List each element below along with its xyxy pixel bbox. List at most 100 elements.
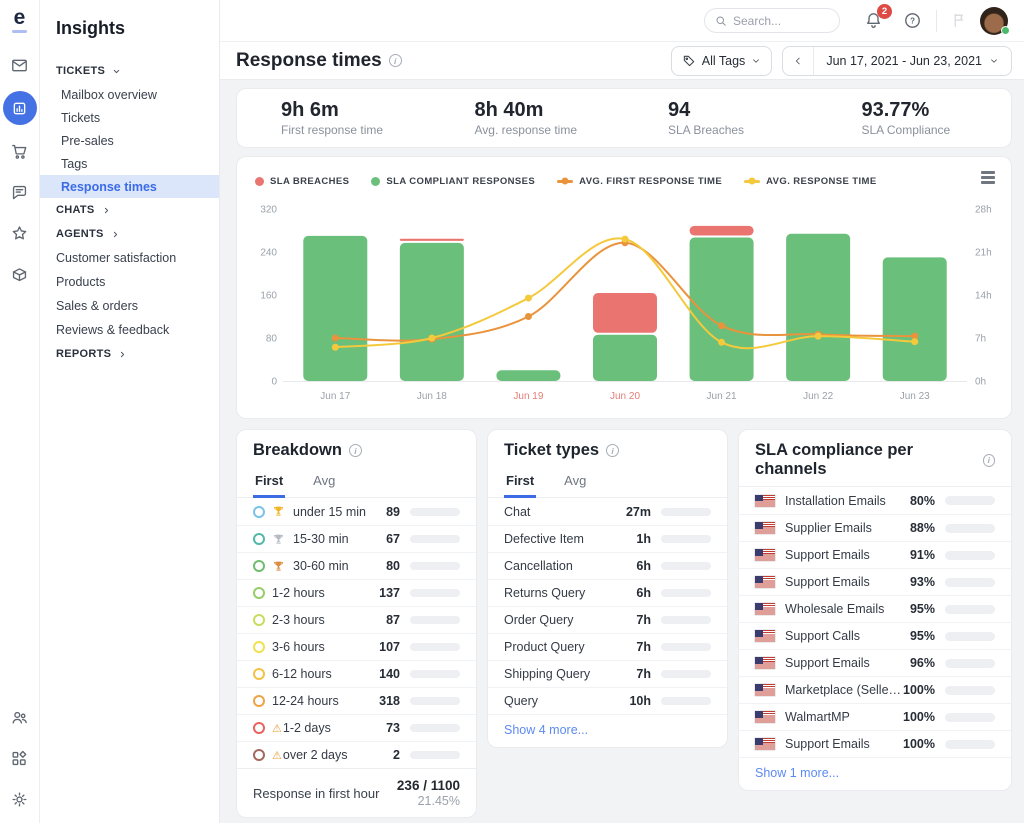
sla-progress-bar (945, 577, 995, 587)
flag-button[interactable] (951, 12, 968, 29)
bucket-ring-icon (253, 505, 265, 518)
legend-label: SLA BREACHES (270, 175, 350, 187)
chart-menu-button[interactable] (981, 171, 995, 184)
tab-avg[interactable]: Avg (311, 467, 337, 498)
ticket-type-row[interactable]: Chat 27m (488, 498, 727, 525)
tag-icon (683, 55, 694, 66)
sidebar-section-reports[interactable]: REPORTS (40, 342, 219, 366)
sidebar-item-pre-sales[interactable]: Pre-sales (40, 129, 219, 152)
date-range-button[interactable]: Jun 17, 2021 - Jun 23, 2021 (814, 54, 1011, 68)
legend-item-avg-first-response-time[interactable]: AVG. FIRST RESPONSE TIME (557, 176, 722, 187)
users-icon[interactable] (8, 705, 32, 729)
sla-channel-percent: 100% (903, 737, 935, 751)
breakdown-row[interactable]: ⚠ 1-2 days 73 (237, 714, 476, 741)
app-logo[interactable]: e (12, 7, 27, 33)
sla-channel-row[interactable]: Support Emails 100% (739, 730, 1011, 757)
sidebar-item-tags[interactable]: Tags (40, 152, 219, 175)
sidebar-item-products[interactable]: Products (40, 270, 219, 294)
chevron-right-icon (118, 350, 127, 359)
sla-channel-label: Wholesale Emails (785, 602, 885, 616)
sidebar-item-reviews-feedback[interactable]: Reviews & feedback (40, 318, 219, 342)
legend-item-sla-breaches[interactable]: SLA BREACHES (255, 176, 349, 187)
sla-channel-row[interactable]: Support Calls 95% (739, 622, 1011, 649)
apps-icon[interactable] (8, 746, 32, 770)
insights-icon[interactable] (2, 91, 37, 125)
sla-channel-row[interactable]: Marketplace (SellerCentral)100% (739, 676, 1011, 703)
products-icon[interactable] (8, 262, 32, 286)
breakdown-progress-bar (410, 589, 460, 597)
breakdown-row[interactable]: ⚠ over 2 days 2 (237, 741, 476, 768)
breakdown-row[interactable]: 12-24 hours 318 (237, 687, 476, 714)
ticket-type-row[interactable]: Shipping Query 7h (488, 660, 728, 687)
ticket-type-value: 10h (629, 694, 652, 708)
legend-item-avg-response-time[interactable]: AVG. RESPONSE TIME (744, 176, 877, 187)
ticket-type-row[interactable]: Product Query 7h (488, 633, 728, 660)
bucket-ring-icon (253, 614, 265, 626)
ticket-type-row[interactable]: Order Query 7h (488, 606, 728, 633)
breakdown-info-icon[interactable]: i (348, 444, 362, 457)
sla-channel-row[interactable]: Wholesale Emails 95% (739, 595, 1011, 622)
all-tags-dropdown[interactable]: All Tags (670, 45, 773, 76)
tab-avg[interactable]: Avg (562, 467, 588, 498)
ticket-types-info-icon[interactable]: i (606, 444, 620, 457)
ticket-type-progress-bar (661, 589, 712, 597)
svg-text:Jun 17: Jun 17 (320, 391, 350, 402)
sidebar-item-mailbox-overview[interactable]: Mailbox overview (40, 83, 219, 106)
sla-channel-row[interactable]: Support Emails 96% (739, 649, 1011, 676)
breakdown-row[interactable]: 30-60 min 80 (237, 552, 476, 579)
tab-first[interactable]: First (504, 467, 537, 498)
sla-channel-row[interactable]: Supplier Emails 88% (739, 514, 1011, 541)
svg-text:21h: 21h (975, 248, 992, 259)
settings-icon[interactable] (8, 787, 32, 811)
reviews-icon[interactable] (8, 221, 32, 245)
mail-icon[interactable] (8, 53, 32, 77)
date-prev-button[interactable] (783, 46, 815, 75)
sidebar-section-chats[interactable]: CHATS (40, 198, 219, 222)
sla-channels-show-more-link[interactable]: Show 1 more... (739, 757, 1011, 790)
avatar[interactable] (980, 6, 1010, 35)
legend-line-icon (744, 177, 761, 185)
legend-item-sla-compliant-responses[interactable]: SLA COMPLIANT RESPONSES (371, 176, 535, 187)
notifications-button[interactable]: 2 (864, 4, 892, 30)
breakdown-row[interactable]: 3-6 hours 107 (237, 633, 476, 660)
ticket-type-row[interactable]: Returns Query 6h (488, 579, 728, 606)
sla-channel-row[interactable]: Support Emails 91% (739, 541, 1011, 568)
svg-text:0: 0 (271, 377, 277, 388)
sla-channel-row[interactable]: Installation Emails 80% (739, 487, 1011, 514)
chat-icon[interactable] (8, 180, 32, 204)
ticket-type-row[interactable]: Query 10h (488, 687, 728, 714)
ticket-type-row[interactable]: Defective Item 1h (488, 525, 728, 552)
help-button[interactable]: ? (903, 11, 922, 30)
search-input[interactable]: Search... (704, 8, 840, 33)
breakdown-panel: Breakdown i First Avg under 15 min 89 15-30… (236, 429, 477, 818)
sla-channel-row[interactable]: WalmartMP 100% (739, 703, 1011, 730)
section-label: AGENTS (56, 228, 104, 240)
ticket-types-show-more-link[interactable]: Show 4 more... (488, 714, 728, 747)
footer-values: 236 / 1100 21.45% (397, 778, 460, 808)
breakdown-row[interactable]: 15-30 min 67 (237, 525, 476, 552)
breakdown-row[interactable]: 6-12 hours 140 (237, 660, 476, 687)
sidebar-item-customer-satisfaction[interactable]: Customer satisfaction (40, 246, 219, 270)
kpi-sla-compliance: 93.77% SLA Compliance (818, 99, 1012, 137)
sidebar-item-sales-orders[interactable]: Sales & orders (40, 294, 219, 318)
tab-first[interactable]: First (253, 467, 286, 498)
breakdown-row[interactable]: under 15 min 89 (237, 498, 476, 525)
breakdown-row-value: 318 (379, 694, 400, 708)
orders-icon[interactable] (8, 139, 32, 163)
sla-channel-label: Supplier Emails (785, 521, 872, 535)
sidebar-item-response-times[interactable]: Response times (40, 175, 219, 198)
breakdown-row[interactable]: 2-3 hours 87 (237, 606, 476, 633)
ticket-type-row[interactable]: Cancellation 6h (488, 552, 728, 579)
breakdown-progress-bar (410, 616, 460, 624)
kpi-value: 94 (668, 99, 691, 121)
sidebar-section-agents[interactable]: AGENTS (40, 222, 219, 246)
sla-channel-row[interactable]: Support Emails 93% (739, 568, 1011, 595)
help-icon: ? (905, 13, 920, 28)
breakdown-row[interactable]: 1-2 hours 137 (237, 579, 476, 606)
page-title-info-icon[interactable]: i (388, 54, 402, 67)
sidebar-section-tickets[interactable]: TICKETS (40, 59, 219, 83)
svg-text:Jun 21: Jun 21 (707, 391, 737, 402)
sla-channel-percent: 100% (903, 683, 935, 697)
sidebar-item-tickets[interactable]: Tickets (40, 106, 219, 129)
sla-channels-info-icon[interactable]: i (982, 453, 995, 467)
